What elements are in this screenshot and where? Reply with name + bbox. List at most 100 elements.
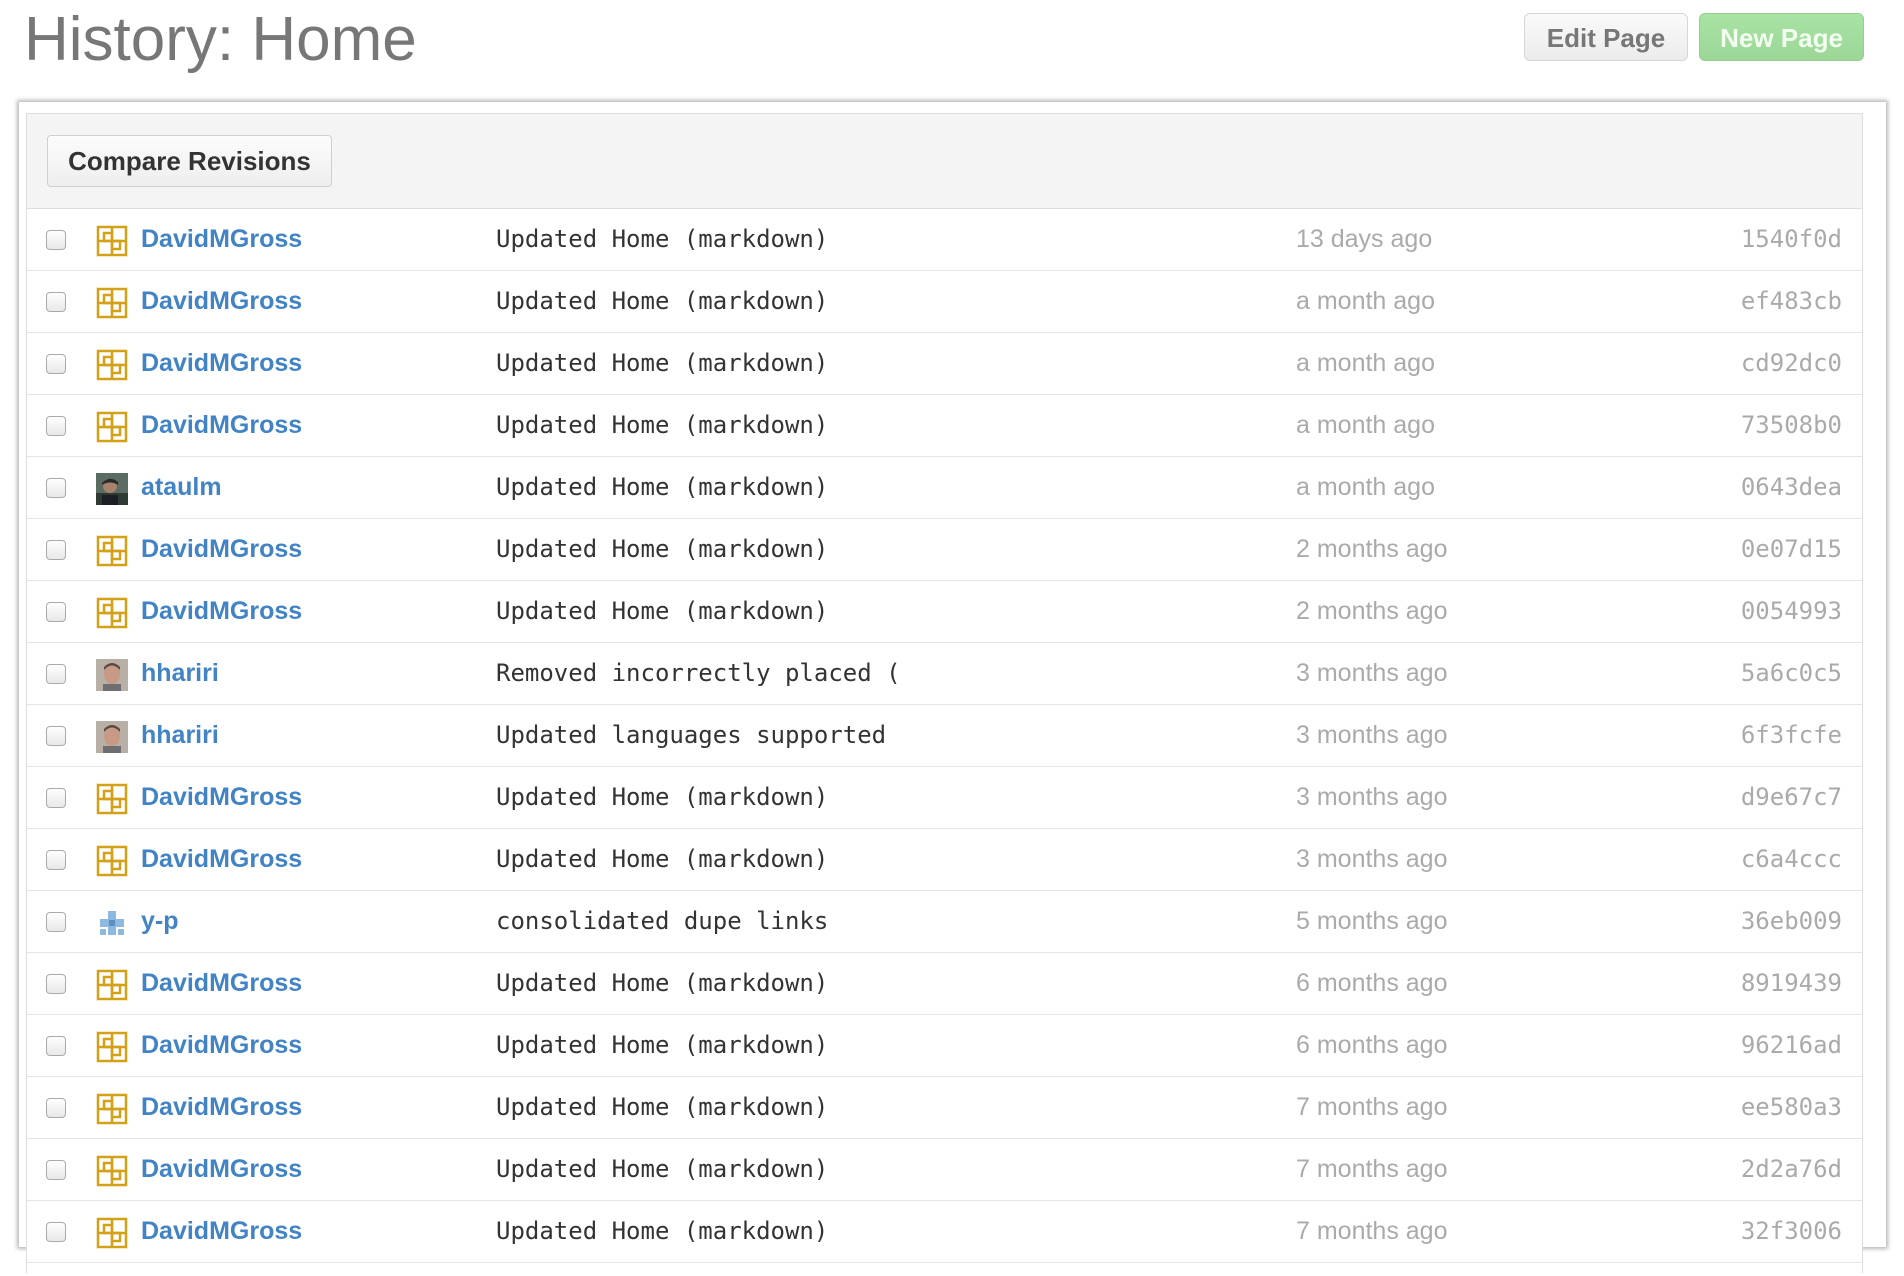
- page-title: History: Home: [24, 5, 417, 74]
- commit-sha-link[interactable]: c6a4ccc: [1741, 829, 1842, 890]
- revision-row: ataulm Updated Home (markdown) a month ago…: [27, 457, 1862, 519]
- commit-time: 13 days ago: [1296, 225, 1433, 253]
- author-link[interactable]: hhariri: [141, 705, 219, 766]
- commit-time: 3 months ago: [1296, 845, 1448, 873]
- author-link[interactable]: DavidMGross: [141, 581, 302, 642]
- revision-list: DavidMGross Updated Home (markdown) 13 day…: [27, 209, 1862, 1263]
- revision-row: DavidMGross Updated Home (markdown) 3 mont…: [27, 767, 1862, 829]
- avatar-identicon: [96, 287, 128, 319]
- commit-sha-link[interactable]: ef483cb: [1741, 271, 1842, 332]
- revision-row: DavidMGross Updated Home (markdown) a mont…: [27, 333, 1862, 395]
- revision-checkbox[interactable]: [46, 416, 66, 436]
- avatar-identicon: [96, 845, 128, 877]
- commit-time: 7 months ago: [1296, 1155, 1448, 1183]
- author-link[interactable]: DavidMGross: [141, 953, 302, 1014]
- revision-checkbox[interactable]: [46, 1160, 66, 1180]
- commit-sha-link[interactable]: ee580a3: [1741, 1077, 1842, 1138]
- commit-sha-link[interactable]: 5a6c0c5: [1741, 643, 1842, 704]
- revision-checkbox[interactable]: [46, 292, 66, 312]
- commit-message: Updated Home (markdown): [496, 225, 829, 253]
- revision-checkbox[interactable]: [46, 602, 66, 622]
- author-link[interactable]: DavidMGross: [141, 209, 302, 270]
- author-link[interactable]: DavidMGross: [141, 1015, 302, 1076]
- commit-message: Updated languages supported: [496, 721, 887, 749]
- revision-checkbox[interactable]: [46, 354, 66, 374]
- revision-row: hhariri Removed incorrectly placed (3 mon…: [27, 643, 1862, 705]
- history-toolbar: Compare Revisions: [27, 114, 1862, 209]
- revision-checkbox[interactable]: [46, 664, 66, 684]
- commit-time: 7 months ago: [1296, 1093, 1448, 1121]
- compare-revisions-button[interactable]: Compare Revisions: [47, 135, 332, 187]
- avatar-identicon: [96, 535, 128, 567]
- author-link[interactable]: DavidMGross: [141, 1201, 302, 1262]
- author-link[interactable]: DavidMGross: [141, 1077, 302, 1138]
- revision-row: DavidMGross Updated Home (markdown) 7 mont…: [27, 1077, 1862, 1139]
- revision-checkbox[interactable]: [46, 540, 66, 560]
- revision-checkbox[interactable]: [46, 1098, 66, 1118]
- commit-time: 6 months ago: [1296, 969, 1448, 997]
- avatar-photo: [96, 473, 128, 505]
- revision-checkbox[interactable]: [46, 912, 66, 932]
- commit-message: Updated Home (markdown): [496, 287, 829, 315]
- revision-checkbox[interactable]: [46, 1222, 66, 1242]
- commit-time: 5 months ago: [1296, 907, 1448, 935]
- commit-time: a month ago: [1296, 473, 1435, 501]
- commit-sha-link[interactable]: 8919439: [1741, 953, 1842, 1014]
- avatar-identicon: [96, 783, 128, 815]
- commit-time: a month ago: [1296, 349, 1435, 377]
- new-page-button[interactable]: New Page: [1699, 13, 1864, 61]
- author-link[interactable]: DavidMGross: [141, 767, 302, 828]
- author-link[interactable]: y-p: [141, 891, 179, 952]
- author-link[interactable]: ataulm: [141, 457, 222, 518]
- commit-sha-link[interactable]: 73508b0: [1741, 395, 1842, 456]
- revision-checkbox[interactable]: [46, 478, 66, 498]
- avatar-photo: [96, 721, 128, 753]
- revision-checkbox[interactable]: [46, 230, 66, 250]
- edit-page-button[interactable]: Edit Page: [1524, 13, 1688, 61]
- avatar-identicon: [96, 1093, 128, 1125]
- revision-checkbox[interactable]: [46, 788, 66, 808]
- revision-checkbox[interactable]: [46, 726, 66, 746]
- revision-row: y-p consolidated dupe links 5 months ago 36…: [27, 891, 1862, 953]
- avatar-identicon: [96, 225, 128, 257]
- commit-message: Updated Home (markdown): [496, 473, 829, 501]
- author-link[interactable]: DavidMGross: [141, 1139, 302, 1200]
- revision-row: DavidMGross Updated Home (markdown) a mont…: [27, 395, 1862, 457]
- commit-sha-link[interactable]: d9e67c7: [1741, 767, 1842, 828]
- revision-row: DavidMGross Updated Home (markdown) 2 mont…: [27, 519, 1862, 581]
- commit-sha-link[interactable]: cd92dc0: [1741, 333, 1842, 394]
- commit-time: 3 months ago: [1296, 721, 1448, 749]
- commit-message: Updated Home (markdown): [496, 1155, 829, 1183]
- revision-row: DavidMGross Updated Home (markdown) 3 mont…: [27, 829, 1862, 891]
- revision-checkbox[interactable]: [46, 850, 66, 870]
- author-link[interactable]: DavidMGross: [141, 395, 302, 456]
- author-link[interactable]: DavidMGross: [141, 519, 302, 580]
- commit-sha-link[interactable]: 36eb009: [1741, 891, 1842, 952]
- author-link[interactable]: DavidMGross: [141, 829, 302, 890]
- commit-sha-link[interactable]: 1540f0d: [1741, 209, 1842, 270]
- avatar-identicon: [96, 1155, 128, 1187]
- history-panel: Compare Revisions DavidMGross Updated Hom…: [26, 113, 1863, 1273]
- avatar-identicon: [96, 349, 128, 381]
- commit-time: a month ago: [1296, 287, 1435, 315]
- commit-sha-link[interactable]: 0643dea: [1741, 457, 1842, 518]
- page-header: History: Home Edit Page New Page: [0, 0, 1904, 96]
- author-link[interactable]: hhariri: [141, 643, 219, 704]
- commit-message: Updated Home (markdown): [496, 969, 829, 997]
- commit-sha-link[interactable]: 96216ad: [1741, 1015, 1842, 1076]
- commit-time: 3 months ago: [1296, 783, 1448, 811]
- avatar-identicon: [96, 597, 128, 629]
- commit-sha-link[interactable]: 6f3fcfe: [1741, 705, 1842, 766]
- revision-row: DavidMGross Updated Home (markdown) 7 mont…: [27, 1139, 1862, 1201]
- commit-message: Updated Home (markdown): [496, 1031, 829, 1059]
- commit-sha-link[interactable]: 0e07d15: [1741, 519, 1842, 580]
- commit-time: 2 months ago: [1296, 535, 1448, 563]
- commit-message: Updated Home (markdown): [496, 597, 829, 625]
- author-link[interactable]: DavidMGross: [141, 271, 302, 332]
- author-link[interactable]: DavidMGross: [141, 333, 302, 394]
- commit-sha-link[interactable]: 2d2a76d: [1741, 1139, 1842, 1200]
- revision-checkbox[interactable]: [46, 974, 66, 994]
- revision-checkbox[interactable]: [46, 1036, 66, 1056]
- commit-sha-link[interactable]: 32f3006: [1741, 1201, 1842, 1262]
- commit-sha-link[interactable]: 0054993: [1741, 581, 1842, 642]
